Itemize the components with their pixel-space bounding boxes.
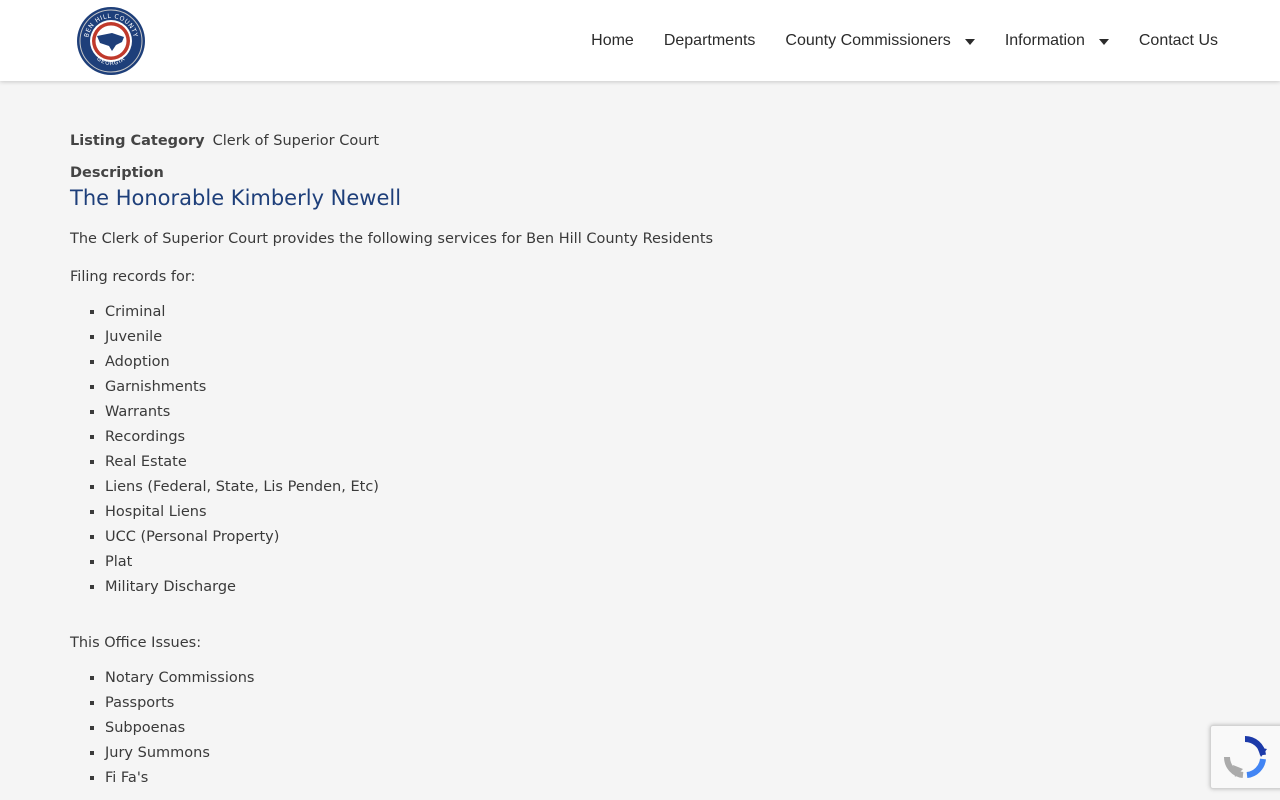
list-item: Fi Fa's: [105, 766, 1070, 791]
listing-category-value: Clerk of Superior Court: [212, 133, 380, 149]
page-title: The Honorable Kimberly Newell: [70, 186, 402, 210]
recaptcha-icon: [1223, 735, 1267, 778]
nav-departments[interactable]: Departments: [664, 31, 756, 51]
list-item: Juvenile: [105, 325, 1070, 350]
list-item: UCC (Personal Property): [105, 525, 1070, 550]
county-logo[interactable]: BEN HILL COUNTY GEORGIA: [76, 6, 146, 76]
list-item: Warrants: [105, 400, 1070, 425]
nav-contact-us-label: Contact Us: [1138, 31, 1218, 49]
list-item: Real Estate: [105, 450, 1070, 475]
description-label: Description: [70, 165, 164, 181]
listing-content: Listing Category Clerk of Superior Court …: [70, 130, 1070, 791]
list-item: Liens (Federal, State, Lis Penden, Etc): [105, 475, 1070, 500]
list-item: Plat: [105, 550, 1070, 575]
caret-down-icon: [1098, 38, 1109, 45]
main-nav: Home Departments County Commissioners In…: [591, 0, 1218, 81]
list-item: Garnishments: [105, 375, 1070, 400]
list-item: Jury Summons: [105, 741, 1070, 766]
nav-departments-label: Departments: [663, 31, 756, 49]
list-item: Hospital Liens: [105, 500, 1070, 525]
filing-list: Criminal Juvenile Adoption Garnishments …: [70, 300, 1070, 600]
list-item: Passports: [105, 691, 1070, 716]
list-item: Recordings: [105, 425, 1070, 450]
nav-county-commissioners-label: County Commissioners: [785, 31, 951, 49]
ben-hill-county-seal-icon: BEN HILL COUNTY GEORGIA: [77, 7, 145, 75]
nav-information-label: Information: [1004, 31, 1085, 49]
list-item: Criminal: [105, 300, 1070, 325]
nav-information[interactable]: Information: [1005, 31, 1109, 51]
listing-category-label: Listing Category: [70, 133, 205, 149]
nav-contact-us[interactable]: Contact Us: [1139, 31, 1218, 51]
nav-home[interactable]: Home: [591, 31, 634, 51]
nav-home-label: Home: [591, 31, 634, 49]
list-item: Subpoenas: [105, 716, 1070, 741]
recaptcha-badge[interactable]: [1210, 725, 1280, 789]
filing-heading: Filing records for:: [70, 269, 196, 285]
issues-heading: This Office Issues:: [70, 635, 202, 651]
caret-down-icon: [964, 38, 975, 45]
issues-list: Notary Commissions Passports Subpoenas J…: [70, 666, 1070, 791]
list-item: Notary Commissions: [105, 666, 1070, 691]
intro-text: The Clerk of Superior Court provides the…: [70, 231, 714, 247]
listing-category: Listing Category Clerk of Superior Court: [70, 130, 1070, 152]
list-item: Adoption: [105, 350, 1070, 375]
list-item: Military Discharge: [105, 575, 1070, 600]
nav-county-commissioners[interactable]: County Commissioners: [785, 31, 975, 51]
site-header: BEN HILL COUNTY GEORGIA Home Departments…: [0, 0, 1280, 81]
